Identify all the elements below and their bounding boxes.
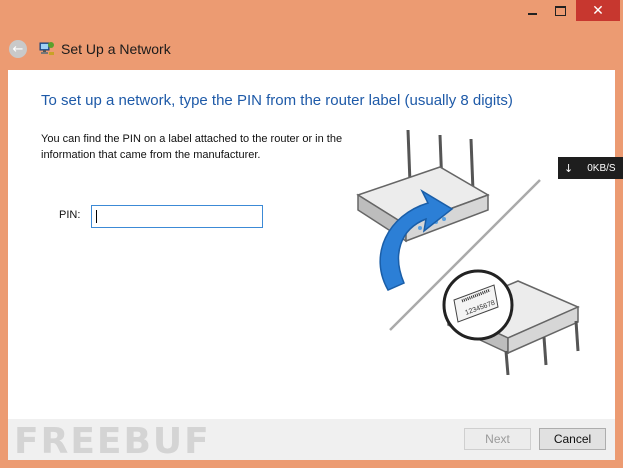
pin-label: PIN: — [59, 209, 81, 221]
close-icon: ✕ — [592, 2, 604, 19]
cancel-button[interactable]: Cancel — [539, 428, 606, 450]
minimize-icon — [527, 12, 537, 15]
back-button[interactable]: ← — [9, 40, 27, 58]
maximize-icon — [554, 5, 566, 16]
watermark: FREEBUF — [14, 421, 211, 462]
page-heading: To set up a network, type the PIN from t… — [41, 92, 513, 109]
content-panel: To set up a network, type the PIN from t… — [8, 70, 615, 419]
maximize-button[interactable] — [546, 0, 574, 21]
router-illustration: 12345678 — [356, 129, 580, 375]
setup-network-window: ✕ ← Set Up a Network To set up a network… — [0, 0, 623, 468]
network-speed-text: 0KB/S — [587, 162, 616, 174]
title-bar[interactable]: ✕ — [0, 0, 623, 28]
minimize-button[interactable] — [518, 0, 546, 21]
window-title: Set Up a Network — [61, 41, 171, 57]
close-button[interactable]: ✕ — [576, 0, 620, 21]
back-arrow-icon: ← — [12, 41, 24, 57]
download-arrow-icon: ↓ — [564, 161, 574, 175]
pin-input[interactable] — [91, 205, 263, 228]
pin-instructions: You can find the PIN on a label attached… — [41, 133, 343, 161]
next-button[interactable]: Next — [464, 428, 531, 450]
text-caret — [96, 210, 97, 223]
network-speed-widget: ↓ 0KB/S — [558, 157, 623, 179]
network-setup-icon — [39, 42, 54, 55]
